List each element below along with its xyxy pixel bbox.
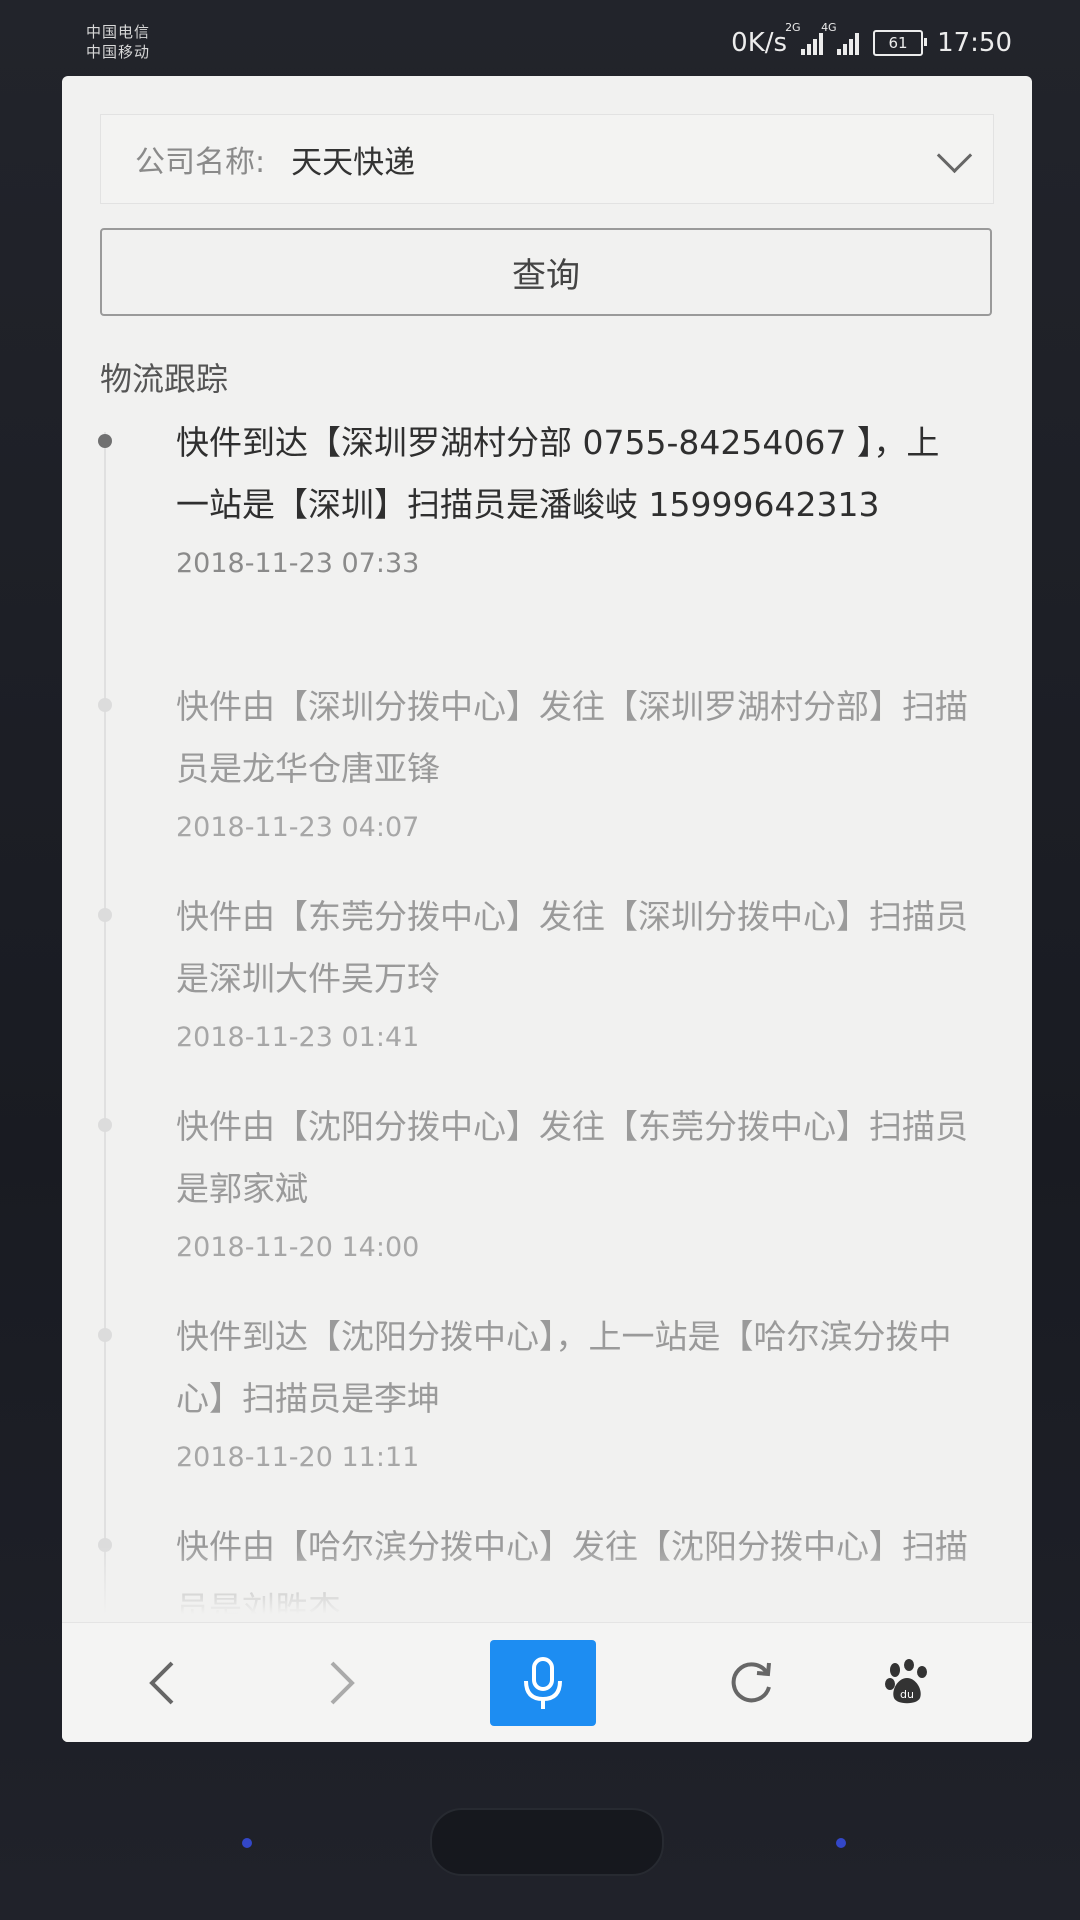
status-indicators: 0K/s 2G 4G 61 17:50 <box>731 21 1012 58</box>
battery-level: 61 <box>888 34 908 52</box>
network-speed: 0K/s <box>731 28 788 58</box>
query-button[interactable]: 查询 <box>100 228 992 316</box>
timeline-event: 快件由【沈阳分拨中心】发往【东莞分拨中心】扫描员是郭家斌 2018-11-20 … <box>82 1096 1012 1306</box>
voice-search-button[interactable] <box>490 1623 596 1742</box>
timeline-dot-icon <box>98 434 112 448</box>
browser-screen: 公司名称: 天天快递 查询 物流跟踪 快件到达【深圳罗湖村分部 0755-842… <box>62 76 1032 1742</box>
browser-toolbar: du <box>62 1622 1032 1742</box>
company-select[interactable]: 公司名称: 天天快递 <box>100 114 994 204</box>
refresh-icon <box>731 1662 771 1703</box>
company-value: 天天快递 <box>291 144 416 181</box>
event-time: 2018-11-20 14:00 <box>176 1232 420 1263</box>
chevron-left-icon <box>149 1661 174 1705</box>
net-type-1: 2G <box>785 21 801 34</box>
voice-button-bg <box>490 1640 596 1726</box>
timeline-event: 快件到达【沈阳分拨中心】，上一站是【哈尔滨分拨中心】扫描员是李坤 2018-11… <box>82 1306 1012 1516</box>
clock: 17:50 <box>937 28 1012 58</box>
event-time: 2018-11-23 01:41 <box>176 1022 420 1053</box>
chevron-right-icon <box>330 1661 355 1705</box>
svg-text:du: du <box>900 1688 914 1701</box>
event-text: 快件到达【深圳罗湖村分部 0755-84254067 】，上一站是【深圳】扫描员… <box>176 423 940 524</box>
battery-icon: 61 <box>873 30 928 56</box>
carrier-labels: 中国电信 中国移动 <box>86 22 150 62</box>
event-text: 快件到达【沈阳分拨中心】，上一站是【哈尔滨分拨中心】扫描员是李坤 <box>176 1317 952 1418</box>
timeline-event: 快件由【东莞分拨中心】发往【深圳分拨中心】扫描员是深圳大件吴万玲 2018-11… <box>82 886 1012 1096</box>
event-time: 2018-11-23 07:33 <box>176 548 420 579</box>
timeline-dot-icon <box>98 1118 112 1132</box>
baidu-paw-icon: du <box>885 1659 927 1704</box>
net-type-2: 4G <box>821 21 837 34</box>
carrier-2: 中国移动 <box>86 43 151 61</box>
refresh-button[interactable] <box>706 1623 796 1742</box>
timeline-event: 快件到达【深圳罗湖村分部 0755-84254067 】，上一站是【深圳】扫描员… <box>82 412 1012 676</box>
forward-button[interactable] <box>302 1623 382 1742</box>
event-text: 快件由【沈阳分拨中心】发往【东莞分拨中心】扫描员是郭家斌 <box>176 1107 968 1208</box>
microphone-icon <box>524 1657 562 1709</box>
back-button[interactable] <box>122 1623 202 1742</box>
scroll-fade <box>62 1546 1032 1622</box>
phone-frame: 中国电信 中国移动 0K/s 2G 4G 61 17:50 公司名称: 天天快递 <box>0 0 1080 1920</box>
event-text: 快件由【深圳分拨中心】发往【深圳罗湖村分部】扫描员是龙华仓唐亚锋 <box>176 687 968 788</box>
timeline-event: 快件由【深圳分拨中心】发往【深圳罗湖村分部】扫描员是龙华仓唐亚锋 2018-11… <box>82 676 1012 886</box>
timeline-dot-icon <box>98 1328 112 1342</box>
nav-dot-left <box>242 1838 252 1848</box>
home-key[interactable] <box>430 1808 664 1876</box>
tracking-timeline: 快件到达【深圳罗湖村分部 0755-84254067 】，上一站是【深圳】扫描员… <box>82 412 1012 1648</box>
nav-dot-right <box>836 1838 846 1848</box>
event-time: 2018-11-20 11:11 <box>176 1442 420 1473</box>
signal-4g-icon: 4G <box>821 21 860 55</box>
event-text: 快件由【东莞分拨中心】发往【深圳分拨中心】扫描员是深圳大件吴万玲 <box>176 897 968 998</box>
timeline-dot-icon <box>98 908 112 922</box>
signal-2g-icon: 2G <box>785 21 824 55</box>
carrier-1: 中国电信 <box>86 23 151 41</box>
event-time: 2018-11-23 04:07 <box>176 812 420 843</box>
company-label: 公司名称: <box>135 145 266 180</box>
status-bar: 中国电信 中国移动 0K/s 2G 4G 61 17:50 <box>0 0 1080 80</box>
chevron-down-icon[interactable] <box>936 137 973 174</box>
timeline-dot-icon <box>98 698 112 712</box>
tracking-title: 物流跟踪 <box>100 360 229 398</box>
baidu-button[interactable]: du <box>862 1623 952 1742</box>
